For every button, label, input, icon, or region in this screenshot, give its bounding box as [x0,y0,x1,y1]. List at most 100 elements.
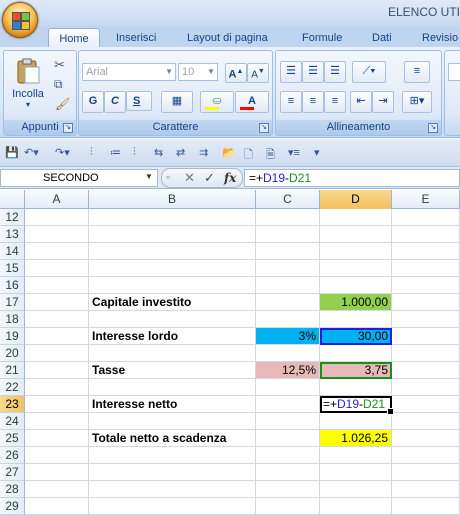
cell-B22[interactable] [89,379,256,396]
cell-D29[interactable] [320,498,392,515]
cell-E16[interactable] [392,277,460,294]
grow-font-button[interactable]: A▲ [225,63,247,83]
cell-D13[interactable] [320,226,392,243]
number-format-combo[interactable] [448,63,460,81]
select-all-corner[interactable] [0,190,25,209]
cell-D26[interactable] [320,447,392,464]
cell-E22[interactable] [392,379,460,396]
cell-B16[interactable] [89,277,256,294]
cell-B13[interactable] [89,226,256,243]
cell-E18[interactable] [392,311,460,328]
row-header[interactable]: 29 [0,498,25,515]
cell-C27[interactable] [256,464,320,481]
cell-E15[interactable] [392,260,460,277]
cell-B15[interactable] [89,260,256,277]
cell-A23[interactable] [25,396,89,413]
font-color-button[interactable]: A [235,91,269,113]
cell-A25[interactable] [25,430,89,447]
fill-color-button[interactable]: ⛀ [200,91,234,113]
row-header[interactable]: 26 [0,447,25,464]
cell-C16[interactable] [256,277,320,294]
row-header[interactable]: 22 [0,379,25,396]
align-bottom-button[interactable]: ☰ [324,61,346,83]
cell-A17[interactable] [25,294,89,311]
bold-button[interactable]: G [82,91,104,113]
column-header-b[interactable]: B [89,190,256,209]
column-header-a[interactable]: A [25,190,89,209]
cell-E23[interactable] [392,396,460,413]
cell-A15[interactable] [25,260,89,277]
wrap-text-button[interactable]: ≡ [404,61,430,83]
cell-C19[interactable]: 3% [256,328,320,345]
cell-C21[interactable]: 12,5% [256,362,320,379]
cell-B27[interactable] [89,464,256,481]
row-header[interactable]: 25 [0,430,25,447]
cell-C28[interactable] [256,481,320,498]
cell-D21[interactable]: 3,75 [320,362,392,379]
cell-B26[interactable] [89,447,256,464]
italic-button[interactable]: C [104,91,126,113]
format-painter-icon[interactable]: 🖌 [55,97,70,111]
cell-C22[interactable] [256,379,320,396]
cell-A24[interactable] [25,413,89,430]
undo-icon[interactable]: ↶▾ [24,146,39,159]
cell-B12[interactable] [89,209,256,226]
cell-C23[interactable] [256,396,320,413]
cell-C13[interactable] [256,226,320,243]
enter-icon[interactable]: ✓ [204,170,215,186]
row-header[interactable]: 15 [0,260,25,277]
cell-E25[interactable] [392,430,460,447]
cell-A21[interactable] [25,362,89,379]
cell-A29[interactable] [25,498,89,515]
decrease-indent-button[interactable]: ⇤ [350,91,372,113]
cell-C18[interactable] [256,311,320,328]
print-preview-icon[interactable]: 🗎 [266,146,275,165]
cell-A22[interactable] [25,379,89,396]
redo-icon[interactable]: ↷▾ [55,146,70,159]
tab-layout-di-pagina[interactable]: Layout di pagina [187,28,268,48]
cell-E12[interactable] [392,209,460,226]
save-icon[interactable]: 💾 [5,146,19,159]
tab-revisione[interactable]: Revisio [422,28,458,48]
row-header[interactable]: 23 [0,396,25,413]
sort-filter-icon[interactable]: ▾≡ [288,146,300,159]
row-header[interactable]: 14 [0,243,25,260]
orientation-button[interactable]: ⟋▾ [352,61,386,83]
row-header[interactable]: 20 [0,345,25,362]
row-header[interactable]: 28 [0,481,25,498]
carattere-launcher-icon[interactable]: ↘ [259,123,269,133]
cell-A13[interactable] [25,226,89,243]
shrink-font-button[interactable]: A▼ [247,63,269,83]
cell-B19[interactable]: Interesse lordo [89,328,256,345]
cell-B28[interactable] [89,481,256,498]
cell-E29[interactable] [392,498,460,515]
paste-button[interactable]: Incolla ▾ [7,54,49,116]
cell-D19[interactable]: 30,00 [320,328,392,345]
font-size-combo[interactable]: 10 ▼ [178,63,218,81]
cell-A16[interactable] [25,277,89,294]
align-middle-button[interactable]: ☰ [302,61,324,83]
cell-B21[interactable]: Tasse [89,362,256,379]
cell-B17[interactable]: Capitale investito [89,294,256,311]
cell-B25[interactable]: Totale netto a scadenza [89,430,256,447]
cell-E21[interactable] [392,362,460,379]
name-box-dropdown-icon[interactable]: ▼ [145,172,153,181]
cell-E24[interactable] [392,413,460,430]
align-right-button[interactable]: ≡ [324,91,346,113]
cell-C25[interactable] [256,430,320,447]
cut-icon[interactable]: ✂ [54,57,65,73]
underline-button[interactable]: S [126,91,152,111]
open-folder-icon[interactable]: 📂 [222,146,236,159]
cell-B23[interactable]: Interesse netto [89,396,256,413]
cell-A12[interactable] [25,209,89,226]
cell-D22[interactable] [320,379,392,396]
cell-D18[interactable] [320,311,392,328]
cell-E14[interactable] [392,243,460,260]
merge-center-button[interactable]: ⊞▾ [402,91,432,113]
cell-E19[interactable] [392,328,460,345]
new-document-icon[interactable]: 🗋 [244,146,253,165]
row-header[interactable]: 27 [0,464,25,481]
cell-B20[interactable] [89,345,256,362]
cell-A20[interactable] [25,345,89,362]
tab-inserisci[interactable]: Inserisci [116,28,156,48]
